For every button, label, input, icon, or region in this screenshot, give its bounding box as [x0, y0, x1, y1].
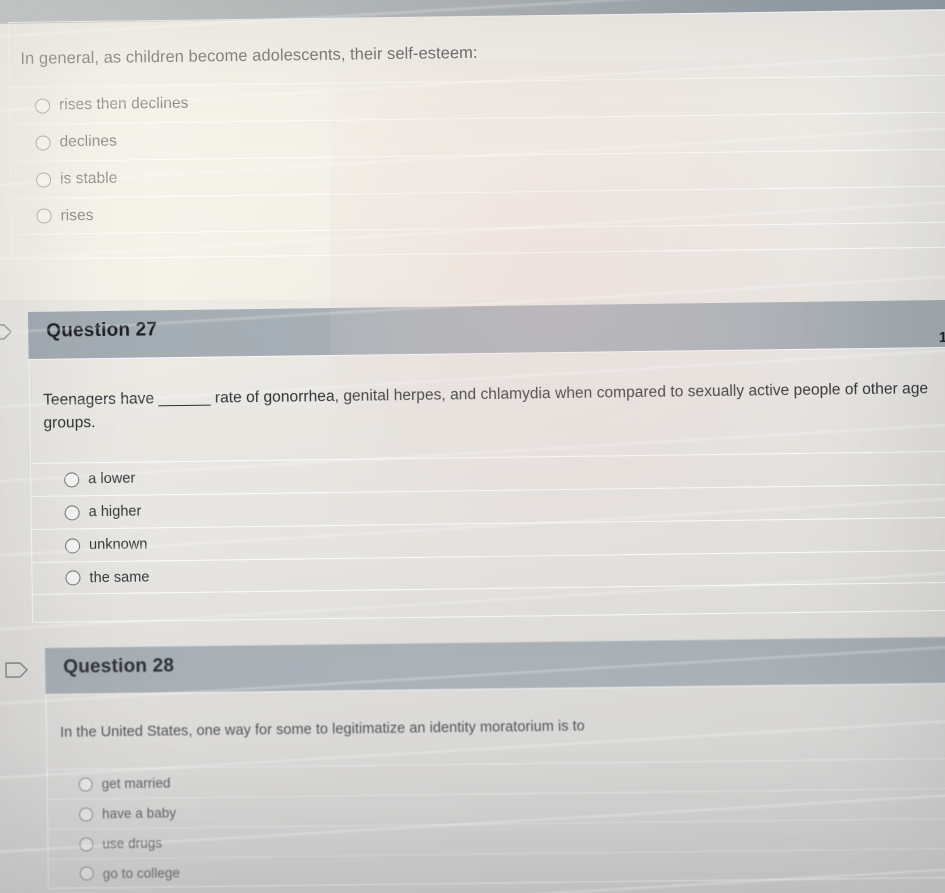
radio-button-icon[interactable]	[79, 836, 94, 852]
answer-option-label: a lower	[88, 470, 136, 488]
answer-option-label: the same	[89, 568, 150, 586]
answer-option-label: unknown	[88, 536, 148, 554]
question-card-26: In general, as children become adolescen…	[8, 9, 945, 260]
radio-button-icon[interactable]	[78, 776, 93, 792]
radio-button-icon[interactable]	[64, 504, 80, 521]
question-card-28: Question 28 1 pts In the United States, …	[45, 636, 945, 889]
answer-option-label: get married	[101, 775, 171, 792]
radio-button-icon[interactable]	[79, 866, 94, 881]
question-stem: In the United States, one way for some t…	[59, 718, 585, 741]
radio-button-icon[interactable]	[65, 570, 81, 586]
question-stem: Teenagers have ______ rate of gonorrhea,…	[43, 380, 929, 432]
question-title: Question 28	[63, 655, 175, 678]
answer-options-list: get married have a baby use drugs go to …	[46, 757, 945, 889]
answer-options-list: rises then declines declines is stable r…	[8, 74, 945, 235]
question-title: Question 27	[46, 319, 158, 342]
question-points: 1 pt	[938, 328, 945, 347]
answer-option-label: go to college	[102, 864, 181, 881]
radio-button-icon[interactable]	[64, 471, 80, 488]
answer-option-label: declines	[59, 132, 117, 151]
answer-option-label: have a baby	[101, 805, 177, 822]
question-card-27: Question 27 1 pt Teenagers have ______ r…	[28, 299, 945, 623]
flag-outline-icon[interactable]	[0, 322, 14, 343]
answer-option-label: rises then declines	[58, 94, 189, 114]
flag-outline-icon[interactable]	[4, 660, 30, 680]
answer-option-label: use drugs	[102, 835, 163, 852]
answer-option-label: rises	[60, 206, 94, 224]
radio-button-icon[interactable]	[36, 208, 52, 224]
question-stem: In general, as children become adolescen…	[20, 43, 478, 68]
radio-button-icon[interactable]	[35, 171, 52, 188]
radio-button-icon[interactable]	[78, 806, 94, 822]
radio-button-icon[interactable]	[35, 134, 51, 151]
answer-option-label: is stable	[59, 169, 118, 188]
radio-button-icon[interactable]	[64, 537, 81, 554]
quiz-screen: In general, as children become adolescen…	[0, 0, 945, 893]
radio-button-icon[interactable]	[34, 97, 51, 114]
answer-option-label: a higher	[88, 503, 142, 521]
answer-options-list: a lower a higher unknown the same	[29, 450, 945, 595]
